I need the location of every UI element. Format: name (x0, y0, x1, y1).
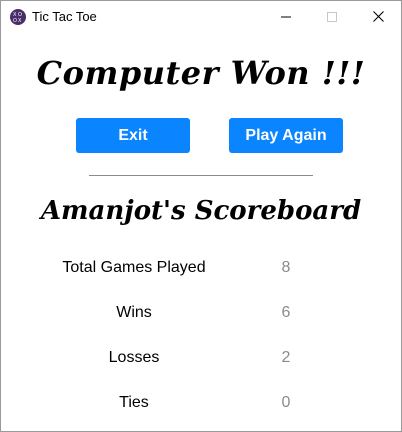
stat-label-wins: Wins (116, 304, 152, 321)
divider (89, 175, 313, 176)
game-result-heading: Computer Won !!! (36, 54, 366, 92)
title-bar[interactable]: X O O X Tic Tac Toe (1, 1, 401, 32)
app-window: X O O X Tic Tac Toe Computer Won !!! Exi… (0, 0, 402, 432)
stat-label-losses: Losses (108, 349, 160, 366)
close-icon (372, 11, 384, 22)
stat-value-total-games: 8 (281, 259, 291, 276)
window-title: Tic Tac Toe (32, 9, 97, 24)
maximize-button (309, 1, 355, 32)
stat-label-ties: Ties (119, 394, 149, 411)
svg-text:X: X (18, 18, 22, 23)
tic-tac-toe-app-icon: X O O X (10, 9, 26, 25)
maximize-icon (327, 11, 337, 22)
minimize-button[interactable] (263, 1, 309, 32)
minimize-icon (281, 16, 291, 17)
play-again-button[interactable]: Play Again (229, 118, 343, 153)
exit-button[interactable]: Exit (76, 118, 190, 153)
svg-text:O: O (13, 18, 17, 23)
stat-value-losses: 2 (281, 349, 291, 366)
close-button[interactable] (355, 1, 401, 32)
stat-value-wins: 6 (281, 304, 291, 321)
stat-value-ties: 0 (281, 394, 291, 411)
scoreboard-title: Amanjot's Scoreboard (40, 196, 362, 226)
stat-label-total-games: Total Games Played (62, 259, 206, 276)
